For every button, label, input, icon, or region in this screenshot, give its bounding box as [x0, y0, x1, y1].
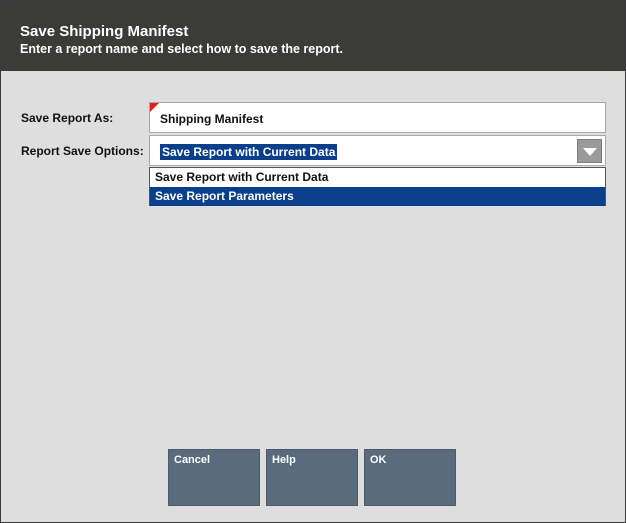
save-options-select[interactable]: Save Report with Current Data [149, 135, 606, 166]
cancel-button[interactable]: Cancel [168, 449, 260, 506]
report-name-label: Save Report As: [21, 111, 114, 125]
save-options-selected-value: Save Report with Current Data [160, 144, 338, 160]
required-field-icon [150, 103, 159, 112]
dialog-header: Save Shipping Manifest Enter a report na… [1, 1, 625, 71]
save-options-dropdown-list: Save Report with Current Data Save Repor… [149, 167, 606, 206]
dropdown-option-current-data[interactable]: Save Report with Current Data [150, 168, 605, 187]
dropdown-option-parameters[interactable]: Save Report Parameters [150, 187, 605, 206]
dialog-title: Save Shipping Manifest [20, 23, 189, 40]
report-name-value: Shipping Manifest [160, 112, 264, 126]
help-button[interactable]: Help [266, 449, 358, 506]
report-name-input[interactable]: Shipping Manifest [149, 102, 606, 133]
chevron-down-icon[interactable] [577, 139, 602, 163]
dialog-subtitle: Enter a report name and select how to sa… [20, 42, 344, 56]
save-manifest-dialog: Save Shipping Manifest Enter a report na… [0, 0, 626, 523]
save-options-label: Report Save Options: [21, 144, 144, 158]
ok-button[interactable]: OK [364, 449, 456, 506]
